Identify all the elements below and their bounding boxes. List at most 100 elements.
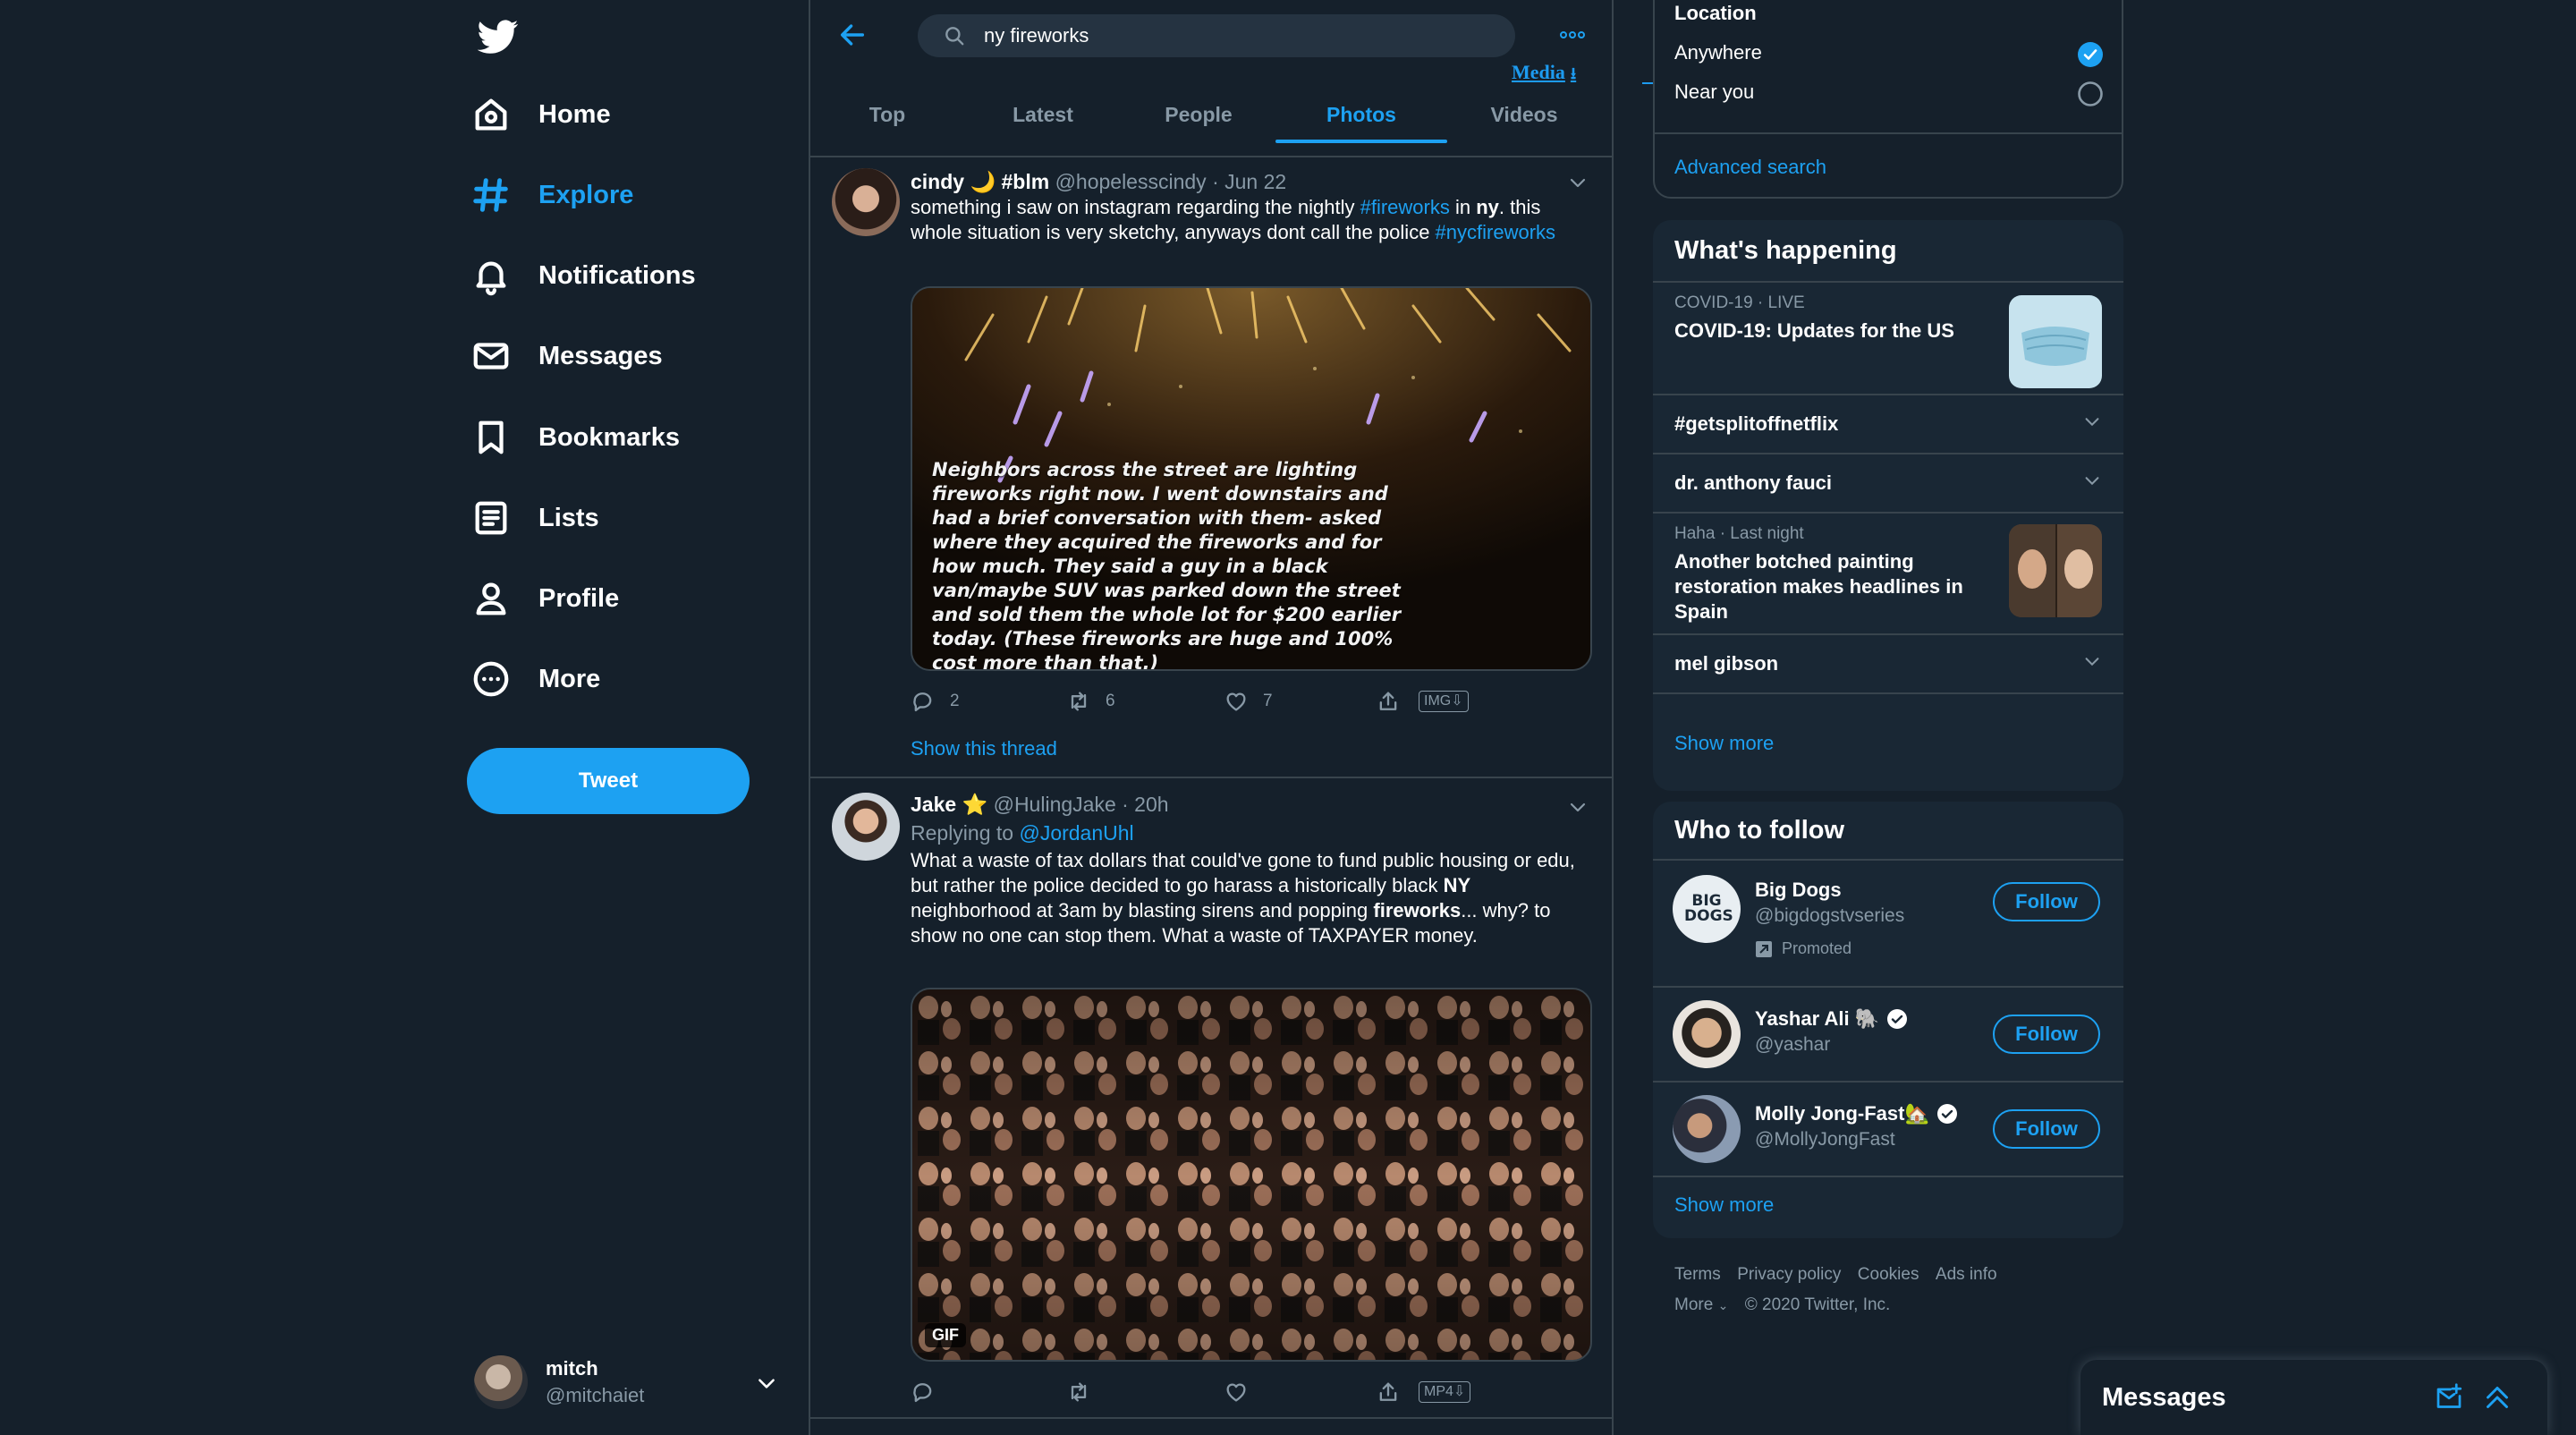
tab-videos[interactable]: Videos (1447, 86, 1601, 143)
mention-link[interactable]: @JordanUhl (1019, 821, 1133, 845)
nav-bookmarks[interactable]: Bookmarks (470, 406, 680, 469)
tweet-author-name[interactable]: Jake (911, 793, 956, 816)
show-more-trends-link[interactable]: Show more (1674, 732, 1774, 755)
person-icon (470, 578, 512, 619)
tweet-button[interactable]: Tweet (467, 748, 750, 814)
retweet-button[interactable]: 6 (1066, 685, 1115, 718)
video-download-badge[interactable]: MP4⇩ (1419, 1381, 1471, 1403)
tweet-text-part: in (1449, 196, 1477, 218)
messages-drawer-title: Messages (2102, 1383, 2226, 1412)
show-more-follow-link[interactable]: Show more (1674, 1193, 1774, 1217)
trend-item[interactable]: mel gibson (1653, 635, 2123, 692)
unchecked-radio-icon[interactable] (2077, 81, 2104, 107)
follow-handle[interactable]: @yashar (1755, 1034, 1908, 1056)
download-arrow-icon: ⭳ (1570, 64, 1577, 82)
advanced-search-link[interactable]: Advanced search (1674, 156, 1826, 179)
account-switcher[interactable]: mitch @mitchaiet (474, 1342, 778, 1422)
messages-drawer[interactable]: Messages (2080, 1360, 2547, 1435)
trend-title: dr. anthony fauci (1674, 471, 1833, 494)
follow-suggestion[interactable]: Yashar Ali 🐘 @yashar Follow (1653, 988, 2123, 1081)
nav-profile[interactable]: Profile (470, 567, 619, 630)
tweet-author-name[interactable]: cindy 🌙 #blm (911, 170, 1049, 193)
share-button[interactable]: IMG⇩ (1376, 685, 1469, 718)
nav-explore-label: Explore (538, 180, 634, 209)
chevron-down-icon[interactable] (1567, 172, 1589, 193)
tweet-image[interactable]: Neighbors across the street are lighting… (911, 286, 1592, 671)
follow-button[interactable]: Follow (1993, 1015, 2100, 1054)
nav-more[interactable]: More (470, 648, 600, 710)
tweet-gif[interactable]: GIF (911, 988, 1592, 1362)
retweet-button[interactable] (1066, 1376, 1106, 1408)
nav-notifications-label: Notifications (538, 260, 696, 290)
nav-explore[interactable]: Explore (470, 164, 633, 226)
trend-item[interactable]: #getsplitoffnetflix (1653, 395, 2123, 453)
tweet-card[interactable]: cindy 🌙 #blm @hopelesscindy · Jun 22 som… (810, 157, 1612, 778)
avatar[interactable] (1673, 1000, 1741, 1068)
like-button[interactable] (1224, 1376, 1263, 1408)
footer-link-cookies[interactable]: Cookies (1858, 1265, 1919, 1284)
promoted-icon (1755, 940, 1773, 958)
avatar[interactable]: BIG DOGS (1673, 875, 1741, 943)
more-options-icon[interactable] (1556, 21, 1589, 48)
reply-button[interactable]: 2 (911, 685, 960, 718)
tweet-timestamp[interactable]: · 20h (1122, 793, 1168, 816)
follow-button[interactable]: Follow (1993, 1109, 2100, 1149)
follow-button[interactable]: Follow (1993, 882, 2100, 921)
follow-suggestion[interactable]: BIG DOGS Big Dogs @bigdogstvseries Promo… (1653, 861, 2123, 988)
nav-messages[interactable]: Messages (470, 325, 663, 387)
avatar[interactable] (832, 793, 900, 861)
chevron-down-icon[interactable] (2082, 651, 2102, 671)
follow-handle[interactable]: @bigdogstvseries (1755, 905, 1904, 927)
nav-home[interactable]: Home (470, 83, 611, 146)
footer-link-privacy[interactable]: Privacy policy (1737, 1265, 1841, 1284)
location-option-near-you[interactable]: Near you (1674, 81, 2104, 109)
image-download-badge[interactable]: IMG⇩ (1419, 691, 1469, 712)
back-arrow-icon[interactable] (837, 20, 868, 50)
tab-photos[interactable]: Photos (1275, 86, 1447, 143)
nav-lists[interactable]: Lists (470, 487, 599, 549)
nav-notifications[interactable]: Notifications (470, 244, 696, 307)
avatar[interactable] (1673, 1095, 1741, 1163)
hashtag-link[interactable]: #fireworks (1360, 196, 1450, 218)
checked-radio-icon[interactable] (2077, 41, 2104, 68)
chevron-down-icon[interactable] (2082, 471, 2102, 490)
trend-item-covid[interactable]: COVID-19 · LIVE COVID-19: Updates for th… (1653, 283, 2123, 394)
follow-name[interactable]: Molly Jong-Fast🏡 (1755, 1102, 1929, 1125)
nav-messages-label: Messages (538, 341, 663, 370)
trend-item-story[interactable]: Haha · Last night Another botched painti… (1653, 514, 2123, 633)
tweet-author-handle[interactable]: @HulingJake (994, 793, 1116, 816)
follow-name[interactable]: Yashar Ali 🐘 (1755, 1007, 1879, 1031)
nav-more-label: More (538, 664, 601, 693)
reply-count: 2 (950, 692, 960, 710)
twitter-bird-icon[interactable] (478, 16, 519, 57)
footer-link-terms[interactable]: Terms (1674, 1265, 1721, 1284)
footer-more-link[interactable]: More ⌄ (1674, 1295, 1728, 1314)
painting-image (2009, 524, 2102, 617)
hashtag-link[interactable]: #nycfireworks (1436, 221, 1555, 243)
chevron-down-icon[interactable] (1567, 796, 1589, 818)
follow-handle[interactable]: @MollyJongFast (1755, 1129, 1958, 1151)
tweet-timestamp[interactable]: · Jun 22 (1212, 170, 1286, 193)
trend-item[interactable]: dr. anthony fauci (1653, 454, 2123, 512)
like-button[interactable]: 7 (1224, 685, 1273, 718)
search-input[interactable] (982, 23, 1487, 48)
show-thread-link[interactable]: Show this thread (911, 737, 1057, 760)
tab-latest[interactable]: Latest (964, 86, 1122, 143)
follow-suggestion[interactable]: Molly Jong-Fast🏡 @MollyJongFast Follow (1653, 1083, 2123, 1176)
share-button[interactable]: MP4⇩ (1376, 1376, 1471, 1408)
tweet-card[interactable]: Jake ⭐ @HulingJake · 20h Replying to @Jo… (810, 778, 1612, 1419)
location-option-anywhere[interactable]: Anywhere (1674, 41, 2104, 70)
chevron-down-icon[interactable] (2082, 412, 2102, 431)
tab-top[interactable]: Top (810, 86, 964, 143)
star-emoji: ⭐ (962, 793, 988, 816)
tab-people[interactable]: People (1122, 86, 1275, 143)
right-sidebar: Location Anywhere Near you Advanced sear… (1653, 0, 2123, 1435)
search-box[interactable] (918, 14, 1515, 57)
new-message-icon[interactable] (2433, 1381, 2465, 1414)
tweet-author-handle[interactable]: @hopelesscindy (1055, 170, 1207, 193)
footer-link-ads-info[interactable]: Ads info (1936, 1265, 1997, 1284)
reply-button[interactable] (911, 1376, 950, 1408)
avatar[interactable] (832, 168, 900, 236)
expand-up-icon[interactable] (2481, 1381, 2513, 1414)
follow-name[interactable]: Big Dogs (1755, 879, 1904, 902)
